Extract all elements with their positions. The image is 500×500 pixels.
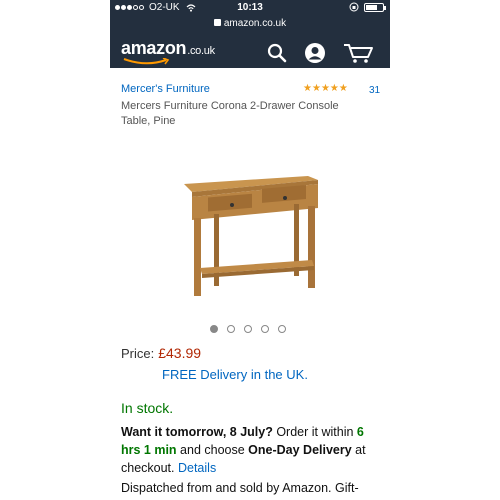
url-bar[interactable]: amazon.co.uk (110, 18, 390, 29)
status-right (349, 2, 386, 12)
star-icon: ★ (320, 83, 330, 94)
logo-tld: .co.uk (187, 45, 215, 57)
cart-icon[interactable] (342, 42, 376, 64)
want-it-tomorrow: Want it tomorrow, 8 July? (121, 425, 273, 439)
amazon-smile-icon (123, 58, 170, 65)
free-delivery-link[interactable]: FREE Delivery in the UK. (162, 367, 308, 382)
status-bar: O2-UK 10:13 amazon.co.uk (110, 0, 390, 36)
price-value: £43.99 (158, 345, 202, 361)
star-icon: ★ (311, 83, 321, 94)
carousel-dot[interactable] (278, 325, 286, 333)
product-title: Mercers Furniture Corona 2-Drawer Consol… (121, 100, 339, 127)
logo-text: amazon (121, 38, 187, 58)
star-icon: ★ (329, 83, 339, 94)
delivery-promise: Want it tomorrow, 8 July? Order it withi… (121, 423, 386, 477)
account-icon[interactable] (304, 42, 326, 64)
search-icon[interactable] (266, 42, 288, 64)
rating-count[interactable]: 31 (369, 85, 380, 96)
want-mid2: and choose (176, 443, 249, 457)
clock: 10:13 (237, 2, 263, 13)
want-mid: Order it within (272, 425, 357, 439)
amazon-logo[interactable]: amazon.co.uk (121, 38, 215, 59)
amazon-header: amazon.co.uk (110, 36, 390, 68)
dispatch-info: Dispatched from and sold by Amazon. Gift… (121, 481, 359, 495)
price-label: Price: (121, 346, 155, 361)
product-image[interactable] (180, 170, 320, 300)
status-row: O2-UK 10:13 (110, 2, 390, 16)
image-carousel-dots[interactable] (210, 325, 286, 333)
one-day-delivery: One-Day Delivery (248, 443, 352, 457)
carousel-dot[interactable] (210, 325, 218, 333)
rotation-lock-icon (349, 2, 359, 12)
brand-link[interactable]: Mercer's Furniture (121, 83, 210, 95)
rating-stars[interactable]: ★ ★ ★ ★ ★ (303, 84, 348, 94)
star-icon: ★ (338, 83, 348, 94)
battery-icon (364, 2, 386, 12)
star-icon: ★ (303, 83, 312, 94)
carousel-dot[interactable] (227, 325, 235, 333)
details-link[interactable]: Details (178, 461, 216, 475)
carousel-dot[interactable] (261, 325, 269, 333)
price-row: Price: £43.99 (121, 345, 201, 361)
phone-screen: O2-UK 10:13 amazon.co.uk amazon.co.uk Me… (110, 0, 390, 500)
url-text: amazon.co.uk (223, 18, 287, 29)
lock-icon (213, 19, 221, 26)
carousel-dot[interactable] (244, 325, 252, 333)
stock-status: In stock. (121, 400, 174, 416)
